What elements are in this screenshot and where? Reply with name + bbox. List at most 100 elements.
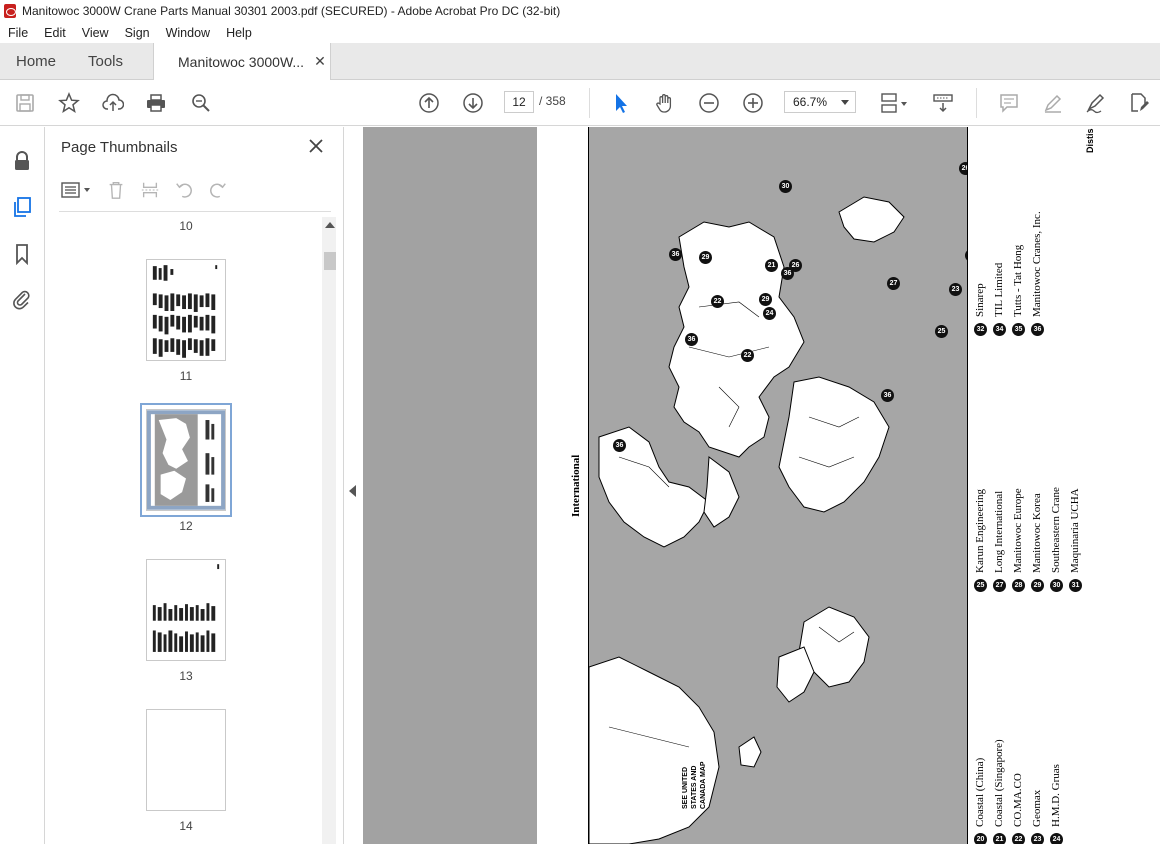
- menu-sign[interactable]: Sign: [117, 26, 158, 40]
- fill-sign-icon[interactable]: [1083, 90, 1109, 116]
- thumbnail-scrollbar[interactable]: [322, 217, 336, 844]
- legend-label: Southeastern Crane: [1050, 487, 1062, 573]
- menu-bar: File Edit View Sign Window Help: [0, 22, 1160, 43]
- thumbnail-page-13[interactable]: [146, 559, 226, 661]
- legend-marker: 21: [993, 833, 1006, 844]
- legend-marker: 20: [974, 833, 987, 844]
- map-marker: 36: [669, 248, 682, 261]
- zoom-select[interactable]: 66.7%: [784, 91, 856, 113]
- delete-page-icon[interactable]: [103, 177, 129, 203]
- legend-label: Geomax: [1031, 789, 1043, 827]
- tab-document[interactable]: Manitowoc 3000W... ✕: [153, 43, 331, 80]
- attachment-icon[interactable]: [10, 287, 34, 311]
- thumbnail-page-14[interactable]: [146, 709, 226, 811]
- print-icon[interactable]: [143, 90, 169, 116]
- legend-label: Manitowoc Cranes, Inc.: [1031, 211, 1043, 317]
- bookmark-icon[interactable]: [10, 242, 34, 266]
- upload-cloud-icon[interactable]: [100, 90, 126, 116]
- map-marker: 25: [935, 325, 948, 338]
- star-icon[interactable]: [56, 90, 82, 116]
- page-thumbnails-icon[interactable]: [10, 195, 34, 219]
- map-note: SEE UNITED STATES AND CANADA MAP: [682, 761, 707, 809]
- thumbnail-page-11[interactable]: [146, 259, 226, 361]
- scroll-mode-icon[interactable]: [930, 90, 956, 116]
- scrollbar-thumb[interactable]: [324, 252, 336, 270]
- rotate-left-icon[interactable]: [171, 177, 197, 203]
- map-marker: 36: [881, 389, 894, 402]
- page-layout-icon[interactable]: [876, 90, 912, 116]
- comment-icon[interactable]: [996, 90, 1022, 116]
- tab-home[interactable]: Home: [16, 43, 56, 80]
- toolbar: 12 / 358 66.7%: [0, 80, 1160, 126]
- search-zoom-icon[interactable]: [188, 90, 214, 116]
- thumbnail-preview: [147, 410, 225, 510]
- legend-marker: 32: [974, 323, 987, 336]
- collapse-panel-icon[interactable]: [349, 485, 356, 497]
- thumbnail-label: 13: [179, 669, 193, 683]
- page-number-input[interactable]: 12: [504, 91, 534, 113]
- rotate-right-icon[interactable]: [205, 177, 231, 203]
- zoom-value: 66.7%: [793, 95, 828, 109]
- map-marker: 22: [741, 349, 754, 362]
- tab-document-label: Manitowoc 3000W...: [178, 53, 305, 70]
- map-title: International: [570, 454, 582, 517]
- thumbnail-page-12[interactable]: [140, 403, 232, 517]
- scroll-up-icon[interactable]: [325, 222, 335, 228]
- thumbnail-label: 10: [179, 219, 193, 233]
- legend-marker: 30: [1050, 579, 1063, 592]
- thumbnail-label: 14: [179, 819, 193, 833]
- thumbnail-list: 10 11 12 13 14: [45, 213, 321, 844]
- thumbnail-preview: [152, 265, 218, 358]
- toolbar-divider: [976, 88, 977, 118]
- next-page-icon[interactable]: [460, 90, 486, 116]
- map-marker: 27: [887, 277, 900, 290]
- panel-divider: [59, 211, 331, 212]
- map-marker: 22: [711, 295, 724, 308]
- legend-label: Sinarep: [974, 283, 986, 317]
- menu-edit[interactable]: Edit: [36, 26, 74, 40]
- map-marker: 29: [759, 293, 772, 306]
- map-marker: 26: [959, 162, 967, 175]
- legend-label: Karun Engineering: [974, 489, 986, 573]
- legend-marker: 22: [1012, 833, 1025, 844]
- zoom-out-icon[interactable]: [696, 90, 722, 116]
- tab-bar: Home Tools Manitowoc 3000W... ✕: [0, 43, 1160, 80]
- map-marker: 21: [765, 259, 778, 272]
- legend-label: Coastal (Singapore): [993, 739, 1005, 827]
- save-icon[interactable]: [12, 90, 38, 116]
- legend-label: Manitowoc Europe: [1012, 488, 1024, 573]
- map-marker: 36: [613, 439, 626, 452]
- options-menu-icon[interactable]: [59, 177, 95, 203]
- zoom-in-icon[interactable]: [740, 90, 766, 116]
- legend-marker: 29: [1031, 579, 1044, 592]
- legend-marker: 34: [993, 323, 1006, 336]
- legend-label: TIL Limited: [993, 262, 1005, 317]
- extract-pages-icon[interactable]: [137, 177, 163, 203]
- map-marker: 29: [699, 251, 712, 264]
- menu-view[interactable]: View: [74, 26, 117, 40]
- menu-help[interactable]: Help: [218, 26, 260, 40]
- select-cursor-icon[interactable]: [608, 90, 634, 116]
- hand-tool-icon[interactable]: [652, 90, 678, 116]
- edit-pdf-icon[interactable]: [1126, 90, 1152, 116]
- legend-label: Tutts - Tat Hong: [1012, 244, 1024, 317]
- page-header-fragment: Distis: [1085, 128, 1095, 153]
- thumbnail-tools: [59, 177, 239, 203]
- legend-label: CO.MA.CO: [1012, 773, 1024, 827]
- close-tab-icon[interactable]: ✕: [314, 53, 326, 70]
- chevron-down-icon: [841, 100, 849, 105]
- document-viewport[interactable]: International 36 36 29 22 22 36 29 24 36…: [363, 127, 1160, 844]
- thumbnail-label: 11: [179, 369, 193, 383]
- menu-window[interactable]: Window: [158, 26, 218, 40]
- title-bar: Manitowoc 3000W Crane Parts Manual 30301…: [0, 0, 1160, 22]
- map-marker: 36: [685, 333, 698, 346]
- menu-file[interactable]: File: [0, 26, 36, 40]
- world-map: 3636292222362924362126302736252326323328…: [588, 127, 968, 844]
- highlight-pen-icon[interactable]: [1040, 90, 1066, 116]
- legend-label: H.M.D. Gruas: [1050, 764, 1062, 827]
- tab-tools[interactable]: Tools: [88, 43, 123, 80]
- legend-marker: 28: [1012, 579, 1025, 592]
- previous-page-icon[interactable]: [416, 90, 442, 116]
- lock-icon[interactable]: [10, 149, 34, 173]
- close-panel-icon[interactable]: [307, 137, 325, 155]
